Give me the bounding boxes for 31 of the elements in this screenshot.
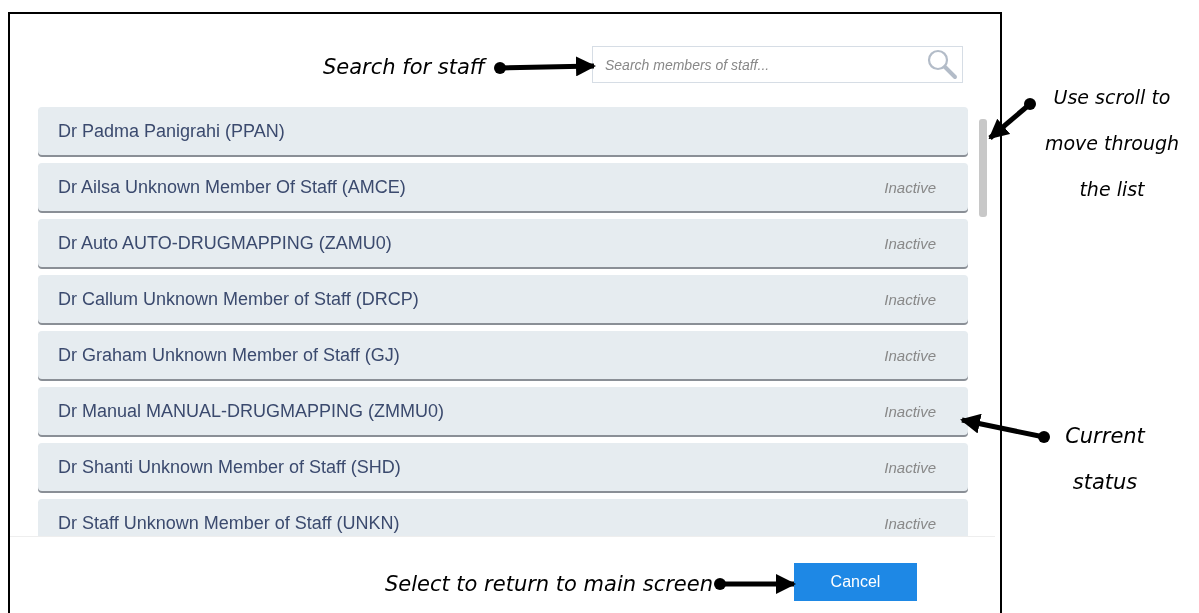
staff-row[interactable]: Dr Callum Unknown Member of Staff (DRCP) Inactive [38,275,968,323]
status-label: Inactive [884,290,936,308]
callout-text: Current status [1064,423,1147,496]
status-label: Inactive [884,234,936,252]
staff-name: Dr Shanti Unknown Member of Staff (SHD) [58,456,401,478]
staff-row[interactable]: Dr Staff Unknown Member of Staff (UNKN) Inactive [38,499,968,536]
callout-text: Use scroll to move through the list [1043,85,1181,202]
status-label: Inactive [884,514,936,532]
scrollbar-thumb[interactable] [979,119,987,217]
callout-text: Select to return to main screen [384,571,713,598]
status-label: Inactive [884,346,936,364]
staff-row[interactable]: Dr Manual MANUAL-DRUGMAPPING (ZMMU0) Inactive [38,387,968,435]
search-icon[interactable] [925,48,959,80]
search-field[interactable]: Search members of staff... [592,46,963,83]
staff-name: Dr Manual MANUAL-DRUGMAPPING (ZMMU0) [58,400,445,422]
callout-text: Search for staff [322,54,485,81]
staff-row[interactable]: Dr Shanti Unknown Member of Staff (SHD) Inactive [38,443,968,491]
status-label: Inactive [884,458,936,476]
staff-name: Dr Auto AUTO-DRUGMAPPING (ZAMU0) [58,232,392,254]
status-label: Inactive [884,402,936,420]
staff-row[interactable]: Dr Padma Panigrahi (PPAN) [38,107,968,155]
staff-name: Dr Callum Unknown Member of Staff (DRCP) [58,288,419,310]
staff-row[interactable]: Dr Ailsa Unknown Member Of Staff (AMCE) Inactive [38,163,968,211]
staff-name: Dr Graham Unknown Member of Staff (GJ) [58,344,400,366]
staff-name: Dr Ailsa Unknown Member Of Staff (AMCE) [58,176,406,198]
staff-row[interactable]: Dr Auto AUTO-DRUGMAPPING (ZAMU0) Inactive [38,219,968,267]
cancel-button[interactable]: Cancel [794,563,917,601]
staff-name: Dr Staff Unknown Member of Staff (UNKN) [58,512,400,534]
staff-name: Dr Padma Panigrahi (PPAN) [58,120,285,142]
staff-row[interactable]: Dr Graham Unknown Member of Staff (GJ) Inactive [38,331,968,379]
status-label: Inactive [884,178,936,196]
